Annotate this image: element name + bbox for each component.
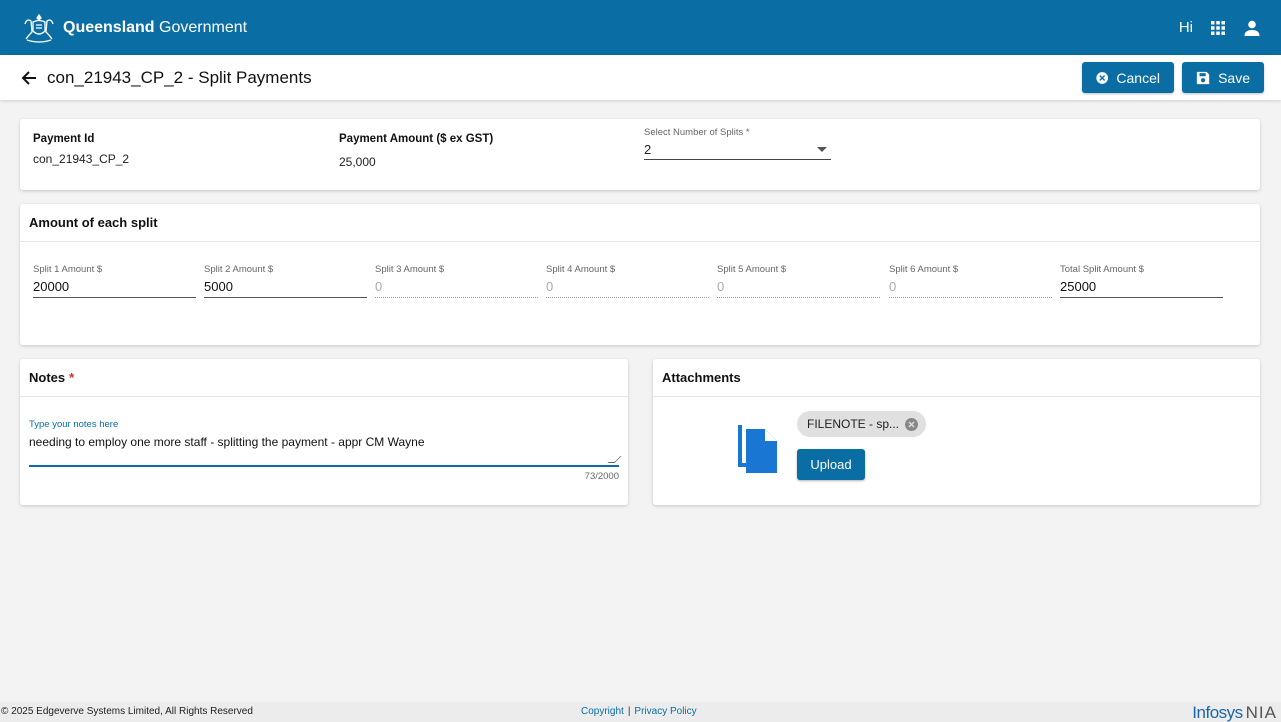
- total-split-label: Total Split Amount $: [1060, 264, 1144, 275]
- total-split-field: Total Split Amount $ 25000: [1060, 264, 1223, 298]
- footer-link-separator: |: [627, 706, 631, 717]
- notes-header: Notes *: [20, 359, 628, 397]
- split-1-input[interactable]: 20000: [33, 278, 196, 298]
- footer: © 2025 Edgeverve Systems Limited, All Ri…: [0, 702, 1281, 722]
- save-disk-icon: [1196, 71, 1210, 84]
- number-of-splits-value: 2: [644, 142, 652, 157]
- split-5-field: Split 5 Amount $ 0: [717, 264, 880, 298]
- resize-handle-icon[interactable]: [607, 456, 622, 463]
- notes-title: Notes: [29, 370, 66, 385]
- page-header: con_21943_CP_2 - Split Payments Cancel S…: [0, 55, 1281, 100]
- apps-grid-icon[interactable]: [1207, 17, 1229, 39]
- back-arrow-icon[interactable]: [18, 67, 40, 89]
- attachment-file-chip[interactable]: FILENOTE - sp...: [797, 411, 926, 437]
- split-4-input: 0: [546, 278, 709, 298]
- split-1-label: Split 1 Amount $: [33, 264, 103, 275]
- user-account-icon[interactable]: [1241, 17, 1263, 39]
- cancel-circle-icon: [1096, 71, 1109, 84]
- attachments-title: Attachments: [653, 359, 1260, 397]
- number-of-splits-select[interactable]: 2: [644, 140, 831, 160]
- privacy-policy-link[interactable]: Privacy Policy: [634, 706, 696, 717]
- split-5-input: 0: [717, 278, 880, 298]
- payment-id-value: con_21943_CP_2: [33, 152, 130, 166]
- top-navigation-bar: Queensland Government Hi: [0, 0, 1281, 55]
- split-2-label: Split 2 Amount $: [204, 264, 274, 275]
- payment-amount-value: 25,000: [339, 155, 376, 169]
- brand[interactable]: Queensland Government: [20, 11, 247, 45]
- save-button[interactable]: Save: [1182, 62, 1264, 93]
- footer-links: Copyright | Privacy Policy: [581, 706, 697, 717]
- total-split-value: 25000: [1060, 278, 1223, 298]
- notes-textarea[interactable]: needing to employ one more staff - split…: [29, 433, 622, 467]
- payment-amount-label: Payment Amount ($ ex GST): [339, 133, 494, 145]
- split-amounts-card: Amount of each split Split 1 Amount $ 20…: [20, 204, 1260, 345]
- header-actions: Cancel Save: [1082, 62, 1264, 93]
- infosys-nia-logo: Infosys NIA: [1192, 703, 1277, 722]
- split-3-field: Split 3 Amount $ 0: [375, 264, 538, 298]
- split-6-input: 0: [889, 278, 1052, 298]
- splits-select-label: Select Number of Splits *: [644, 127, 750, 138]
- documents-copy-icon: [737, 425, 779, 478]
- split-5-label: Split 5 Amount $: [717, 264, 787, 275]
- brand-name-bold: Queensland: [63, 18, 155, 36]
- split-2-field[interactable]: Split 2 Amount $ 5000: [204, 264, 367, 298]
- save-button-label: Save: [1218, 69, 1250, 86]
- notes-card: Notes * Type your notes here needing to …: [20, 359, 628, 505]
- notes-text: needing to employ one more staff - split…: [29, 435, 425, 449]
- cancel-button[interactable]: Cancel: [1082, 62, 1174, 93]
- user-area: Hi: [1179, 0, 1263, 55]
- split-6-label: Split 6 Amount $: [889, 264, 959, 275]
- split-2-input[interactable]: 5000: [204, 278, 367, 298]
- required-mark: *: [69, 370, 75, 385]
- notes-char-counter: 73/2000: [584, 471, 619, 482]
- split-1-field[interactable]: Split 1 Amount $ 20000: [33, 264, 196, 298]
- split-3-input: 0: [375, 278, 538, 298]
- logo-nia-text: NIA: [1245, 703, 1277, 722]
- copyright-text: © 2025 Edgeverve Systems Limited, All Ri…: [1, 706, 253, 717]
- brand-name: Queensland Government: [63, 19, 247, 37]
- greeting-text: Hi: [1178, 19, 1193, 36]
- attachment-file-name: FILENOTE - sp...: [807, 417, 900, 431]
- dropdown-caret-icon: [817, 147, 827, 152]
- payment-id-label: Payment Id: [33, 133, 95, 145]
- logo-infosys-text: Infosys: [1192, 703, 1243, 722]
- payment-info-card: Payment Id con_21943_CP_2 Payment Amount…: [20, 119, 1260, 190]
- split-6-field: Split 6 Amount $ 0: [889, 264, 1052, 298]
- split-amounts-title: Amount of each split: [20, 204, 1260, 242]
- notes-field-label: Type your notes here: [29, 419, 119, 430]
- queensland-crest-icon: [20, 11, 58, 45]
- split-4-field: Split 4 Amount $ 0: [546, 264, 709, 298]
- split-4-label: Split 4 Amount $: [546, 264, 616, 275]
- page-title: con_21943_CP_2 - Split Payments: [47, 67, 312, 87]
- upload-button[interactable]: Upload: [797, 449, 865, 480]
- remove-attachment-icon[interactable]: [905, 418, 918, 431]
- brand-name-rest: Government: [154, 18, 248, 36]
- attachments-card: Attachments FILENOTE - sp... Upload: [653, 359, 1260, 505]
- copyright-link[interactable]: Copyright: [581, 706, 624, 717]
- cancel-button-label: Cancel: [1116, 69, 1160, 86]
- split-3-label: Split 3 Amount $: [375, 264, 445, 275]
